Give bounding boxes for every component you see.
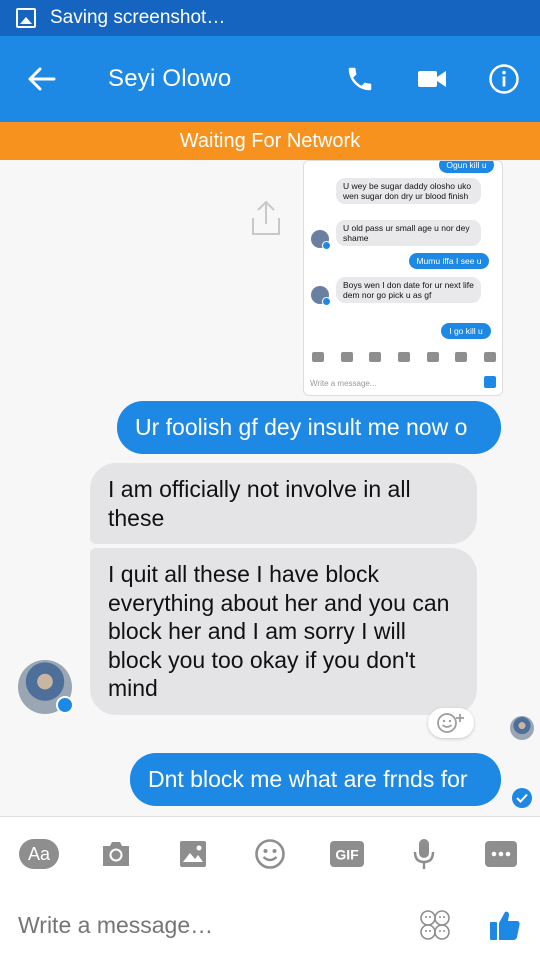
message-input[interactable] xyxy=(18,911,400,939)
mini-compose-placeholder: Write a message... xyxy=(310,379,377,388)
mini-message: Boys wen I don date for ur next life dem… xyxy=(336,277,481,303)
contact-avatar[interactable] xyxy=(18,660,74,714)
network-banner: Waiting For Network xyxy=(0,122,540,160)
network-status-text: Waiting For Network xyxy=(179,129,361,152)
camera-icon[interactable] xyxy=(77,817,154,891)
check-icon xyxy=(512,788,532,808)
more-icon[interactable] xyxy=(462,817,539,891)
outgoing-message[interactable]: Ur foolish gf dey insult me now o xyxy=(117,401,501,454)
mini-tool-icon xyxy=(340,352,353,362)
video-camera-icon[interactable] xyxy=(396,36,468,122)
text-style-label: Aa xyxy=(27,844,50,864)
composer xyxy=(0,890,540,960)
mini-tool-icon xyxy=(426,352,439,362)
composer-toolbar: Aa GIF xyxy=(0,816,540,890)
shared-screenshot-image[interactable]: Ogun kill u U wey be sugar daddy olosho … xyxy=(303,160,503,396)
phone-icon[interactable] xyxy=(324,36,396,122)
incoming-message[interactable]: I am officially not involve in all these xyxy=(90,463,477,544)
add-reaction-button[interactable] xyxy=(428,708,474,738)
mini-avatar xyxy=(311,286,331,306)
arrow-left-icon[interactable] xyxy=(0,36,84,122)
mini-message: U old pass ur small age u nor dey shame xyxy=(336,220,481,246)
text-style-icon[interactable]: Aa xyxy=(0,817,77,891)
mini-tool-icon xyxy=(483,352,496,362)
gif-icon[interactable]: GIF xyxy=(308,817,385,891)
conversation-header: Seyi Olowo xyxy=(0,36,540,122)
mini-message: I go kill u xyxy=(441,323,491,339)
outgoing-message[interactable]: Dnt block me what are frnds for xyxy=(130,753,501,806)
microphone-icon[interactable] xyxy=(385,817,462,891)
mini-message: Mumu iffa I see u xyxy=(409,253,489,269)
mini-toolbar xyxy=(304,347,502,367)
image-icon[interactable] xyxy=(154,817,231,891)
mini-message: U wey be sugar daddy olosho uko wen suga… xyxy=(336,178,481,204)
mini-thumbs-up-icon xyxy=(484,376,496,388)
sticker-icon[interactable] xyxy=(400,890,470,960)
share-icon[interactable] xyxy=(250,198,282,238)
contact-name[interactable]: Seyi Olowo xyxy=(108,65,324,93)
emoji-icon[interactable] xyxy=(231,817,308,891)
message-list[interactable]: Ogun kill u U wey be sugar daddy olosho … xyxy=(0,160,540,816)
screenshot-icon xyxy=(16,8,36,28)
mini-avatar xyxy=(311,230,331,250)
status-bar: Saving screenshot… xyxy=(0,0,540,36)
mini-message: Ogun kill u xyxy=(439,161,494,173)
seen-avatar xyxy=(510,716,534,740)
mini-tool-icon xyxy=(312,352,325,362)
thumbs-up-icon[interactable] xyxy=(470,890,540,960)
mini-tool-icon xyxy=(455,352,468,362)
info-icon[interactable] xyxy=(468,36,540,122)
status-text: Saving screenshot… xyxy=(50,7,226,28)
mini-tool-icon xyxy=(397,352,410,362)
gif-label: GIF xyxy=(335,846,359,862)
mini-tool-icon xyxy=(369,352,382,362)
incoming-message[interactable]: I quit all these I have block everything… xyxy=(90,548,477,715)
messenger-badge-icon xyxy=(56,696,74,714)
